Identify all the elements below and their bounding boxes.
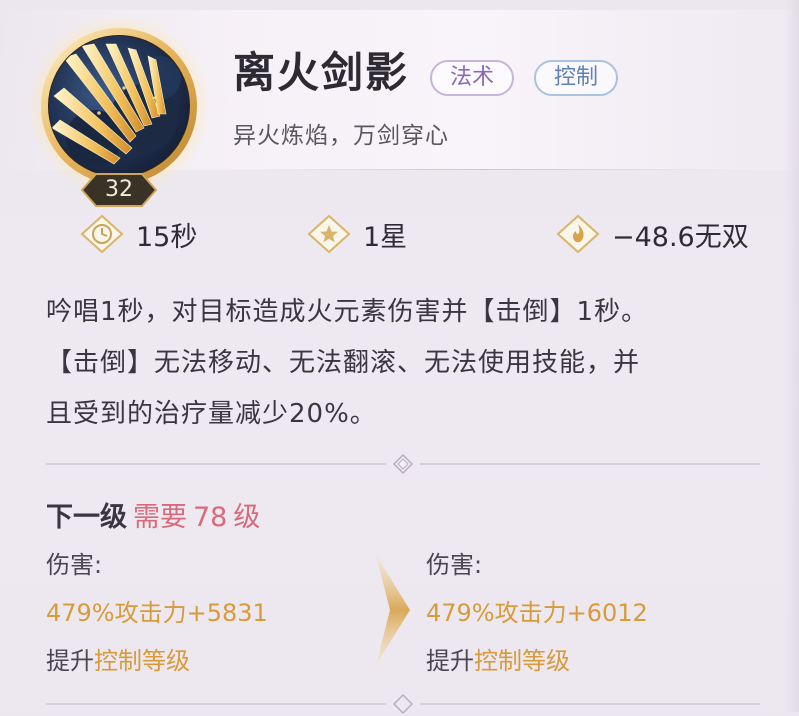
next-level-stats: 伤害: 479%攻击力+6012 提升控制等级	[426, 545, 648, 689]
flame-icon	[556, 214, 600, 254]
next-level-requirement: 下一级 需要 78 级	[46, 500, 260, 536]
tag-control: 控制	[534, 60, 619, 96]
section-divider	[46, 453, 760, 475]
damage-label: 伤害:	[426, 551, 483, 579]
current-level-stats: 伤害: 479%攻击力+5831 提升控制等级	[46, 545, 268, 689]
skill-subtitle: 异火炼焰，万剑穿心	[233, 123, 449, 149]
clock-icon	[80, 214, 124, 254]
control-level-link[interactable]: 控制等级	[94, 647, 190, 675]
skill-level-badge: 32	[105, 177, 133, 202]
requirement-label: 需要	[133, 502, 187, 533]
level-unit: 级	[233, 502, 261, 533]
skill-icon-frame[interactable]: 32	[24, 14, 214, 208]
stat-wushuang: −48.6无双	[554, 214, 749, 254]
wushuang-value: −48.6无双	[612, 221, 749, 253]
description-line: 且受到的治疗量减少20%。	[46, 399, 377, 429]
star-value: 1星	[363, 221, 408, 253]
tag-magic: 法术	[430, 60, 515, 96]
control-level-link[interactable]: 控制等级	[474, 647, 570, 675]
stat-cooldown: 15秒	[78, 214, 197, 254]
description-line: 【击倒】无法移动、无法翻滚、无法使用技能，并	[46, 348, 641, 378]
chevron-right-icon	[376, 555, 410, 665]
section-divider-bottom	[46, 693, 760, 715]
required-level: 78	[193, 502, 228, 533]
next-level-label: 下一级	[46, 502, 127, 533]
stat-star: 1星	[305, 214, 407, 254]
upgrade-prefix: 提升	[426, 647, 474, 675]
upgrade-prefix: 提升	[46, 647, 94, 675]
damage-label: 伤害:	[46, 551, 103, 579]
skill-description: 吟唱1秒，对目标造成火元素伤害并【击倒】1秒。 【击倒】无法移动、无法翻滚、无法…	[46, 287, 781, 440]
description-line: 吟唱1秒，对目标造成火元素伤害并【击倒】1秒。	[46, 297, 649, 327]
cooldown-value: 15秒	[136, 221, 198, 253]
damage-value-current: 479%攻击力+5831	[46, 599, 268, 627]
star-icon	[307, 214, 351, 254]
damage-value-next: 479%攻击力+6012	[426, 599, 648, 627]
skill-title: 离火剑影	[233, 48, 410, 97]
panel-edge	[785, 0, 799, 712]
